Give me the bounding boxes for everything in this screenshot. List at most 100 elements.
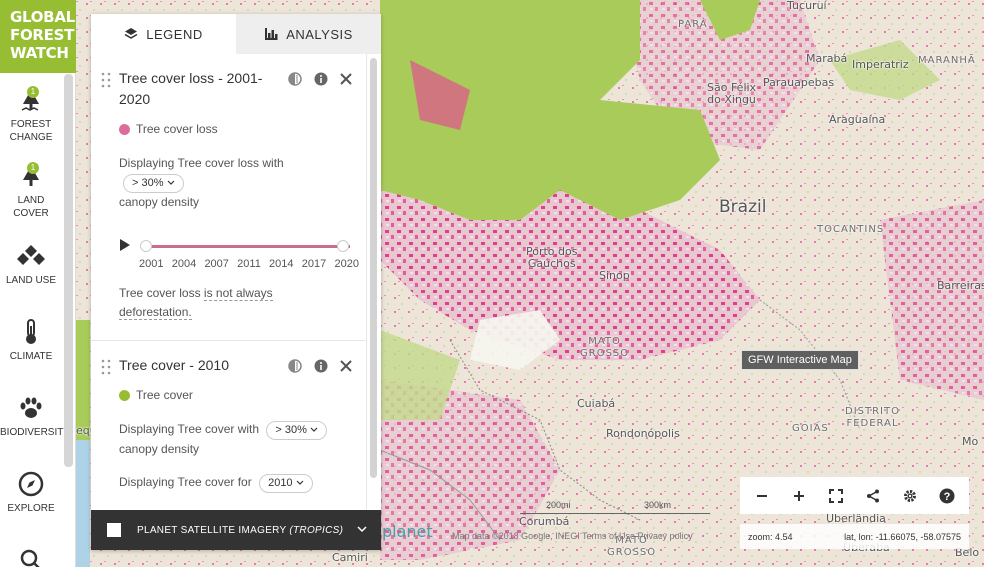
- opacity-icon[interactable]: [288, 72, 302, 86]
- scale-miles: 200mi: [546, 500, 571, 510]
- drag-handle-icon[interactable]: [101, 72, 111, 88]
- legend-layer-tree-cover: Tree cover - 2010 Tree cover Displaying …: [91, 341, 366, 510]
- map-label-cuiaba: Cuiabá: [577, 397, 616, 410]
- logo-line-3: WATCH: [10, 44, 69, 62]
- logo-line-1: GLOBAL: [10, 8, 75, 26]
- settings-gear-icon[interactable]: [900, 486, 920, 506]
- timeline-start-handle[interactable]: [140, 240, 152, 252]
- threshold-select[interactable]: > 30%: [123, 174, 184, 193]
- map-label-corumba: Corumbá: [519, 515, 570, 528]
- tab-legend[interactable]: LEGEND: [91, 14, 236, 54]
- bar-chart-icon: [265, 28, 278, 40]
- nav-land-use[interactable]: LAND USE: [0, 242, 62, 287]
- map-label-maraba: Marabá: [806, 52, 848, 65]
- layer-title: Tree cover - 2010: [119, 357, 229, 373]
- fullscreen-button[interactable]: [826, 486, 846, 506]
- nav-label-explore: EXPLORE: [7, 503, 55, 514]
- map-tooltip: GFW Interactive Map: [741, 350, 859, 370]
- search-icon: [0, 546, 62, 567]
- panel-scrollbar[interactable]: [370, 58, 377, 478]
- nav-climate[interactable]: CLIMATE: [0, 318, 62, 363]
- map-scale: 200mi 300km: [520, 500, 710, 514]
- chevron-down-icon: [167, 180, 174, 185]
- nav-label-land-use: LAND USE: [5, 275, 56, 286]
- legend-layers-list: Tree cover loss - 2001-2020 Tree cover l…: [91, 54, 367, 510]
- planet-logo[interactable]: planet: [382, 522, 433, 541]
- paw-icon: [0, 394, 62, 422]
- compass-icon: [0, 470, 62, 498]
- map-label-camiri: Camiri: [332, 551, 368, 564]
- left-sidebar: GLOBAL FOREST WATCH 1 FOREST CHANGE 1 LA…: [0, 0, 76, 567]
- zoom-in-button[interactable]: [789, 486, 809, 506]
- layer-description: Displaying Tree cover with > 30% canopy …: [119, 420, 334, 459]
- map-label-sao-felix: São Félix do Xingu: [707, 81, 757, 106]
- layer-description: Displaying Tree cover loss with > 30% ca…: [119, 154, 334, 212]
- planet-imagery-bar[interactable]: PLANET SATELLITE IMAGERY (TROPICS): [91, 510, 381, 550]
- map-controls: ?: [740, 477, 969, 514]
- year-select[interactable]: 2010: [259, 474, 313, 493]
- map-label-tocantins: TOCANTINS: [817, 224, 885, 235]
- timeline-end-handle[interactable]: [337, 240, 349, 252]
- swatch-label: Tree cover loss: [136, 122, 218, 136]
- timeline: 2001 2004 2007 2011 2014 2017 2020: [119, 228, 366, 272]
- map-label-mo: Mo: [962, 435, 979, 448]
- drag-handle-icon[interactable]: [101, 359, 111, 375]
- map-label-mato-grosso: MATO GROSSO: [580, 336, 630, 359]
- tab-analysis[interactable]: ANALYSIS: [236, 14, 381, 54]
- help-icon[interactable]: ?: [937, 486, 957, 506]
- planet-label-em: (TROPICS): [289, 524, 344, 536]
- info-icon[interactable]: [314, 359, 328, 373]
- year-label: 2001: [139, 258, 164, 270]
- legend-panel: LEGEND ANALYSIS Tree cover loss - 2001-2…: [91, 14, 381, 550]
- map-label-brazil: Brazil: [719, 197, 767, 217]
- nav-forest-change[interactable]: 1 FOREST CHANGE: [0, 86, 62, 144]
- swatch-label: Tree cover: [136, 388, 193, 402]
- nav-label-land-cover: LAND COVER: [13, 195, 49, 219]
- map-label-porto-dos-gauchos: Porto dos Gaúchos: [526, 245, 578, 270]
- note-prefix: Tree cover loss: [119, 286, 204, 300]
- panel-tabs: LEGEND ANALYSIS: [91, 14, 381, 54]
- chevron-down-icon: [310, 427, 318, 432]
- legend-swatch-row: Tree cover: [119, 388, 366, 402]
- nav-label-climate: CLIMATE: [9, 351, 53, 362]
- nav-explore[interactable]: EXPLORE: [0, 470, 62, 515]
- nav-label-biodiversity: BIODIVERSITY: [0, 427, 71, 438]
- forest-change-badge: 1: [27, 86, 39, 98]
- thermometer-icon: [0, 318, 62, 346]
- close-icon[interactable]: [340, 360, 352, 372]
- timeline-track[interactable]: [146, 245, 350, 248]
- nav-biodiversity[interactable]: BIODIVERSITY: [0, 394, 70, 439]
- close-icon[interactable]: [340, 73, 352, 85]
- map-attribution[interactable]: Map data ©2018 Google, INEGI Terms of Us…: [452, 531, 693, 541]
- latlon-readout: lat, lon: -11.66075, -58.07575: [844, 531, 961, 542]
- desc-prefix: Displaying Tree cover with: [119, 422, 260, 436]
- threshold-select[interactable]: > 30%: [266, 421, 327, 440]
- tree-icon: 1: [0, 162, 62, 190]
- zoom-out-button[interactable]: [752, 486, 772, 506]
- share-button[interactable]: [863, 486, 883, 506]
- sidebar-scrollbar[interactable]: [64, 74, 73, 467]
- planet-imagery-checkbox[interactable]: [107, 523, 121, 537]
- map-label-parauapebas: Parauapebas: [763, 76, 835, 89]
- svg-text:?: ?: [943, 491, 950, 503]
- desc-suffix: canopy density: [119, 442, 200, 456]
- info-icon[interactable]: [314, 72, 328, 86]
- nav-search[interactable]: [0, 546, 62, 567]
- year-label: 2017: [301, 258, 327, 270]
- swatch-dot: [119, 123, 130, 135]
- legend-swatch-row: Tree cover loss: [119, 122, 366, 136]
- opacity-icon[interactable]: [288, 359, 302, 373]
- nav-label-forest-change: FOREST CHANGE: [9, 119, 53, 143]
- chevron-down-icon[interactable]: [357, 526, 367, 533]
- map-label-distrito-federal: DISTRITO FEDERAL: [845, 406, 900, 429]
- gfw-logo[interactable]: GLOBAL FOREST WATCH: [0, 0, 76, 73]
- layer-note: Tree cover loss is not always deforestat…: [119, 284, 334, 322]
- play-icon[interactable]: [119, 238, 131, 252]
- tab-legend-label: LEGEND: [146, 26, 203, 42]
- year-label: 2020: [334, 258, 359, 270]
- logo-line-2: FOREST: [10, 26, 75, 44]
- planet-label-text: PLANET SATELLITE IMAGERY: [137, 524, 287, 536]
- land-cover-badge: 1: [27, 162, 39, 174]
- nav-land-cover[interactable]: 1 LAND COVER: [0, 162, 62, 220]
- layer-tools: [288, 72, 352, 86]
